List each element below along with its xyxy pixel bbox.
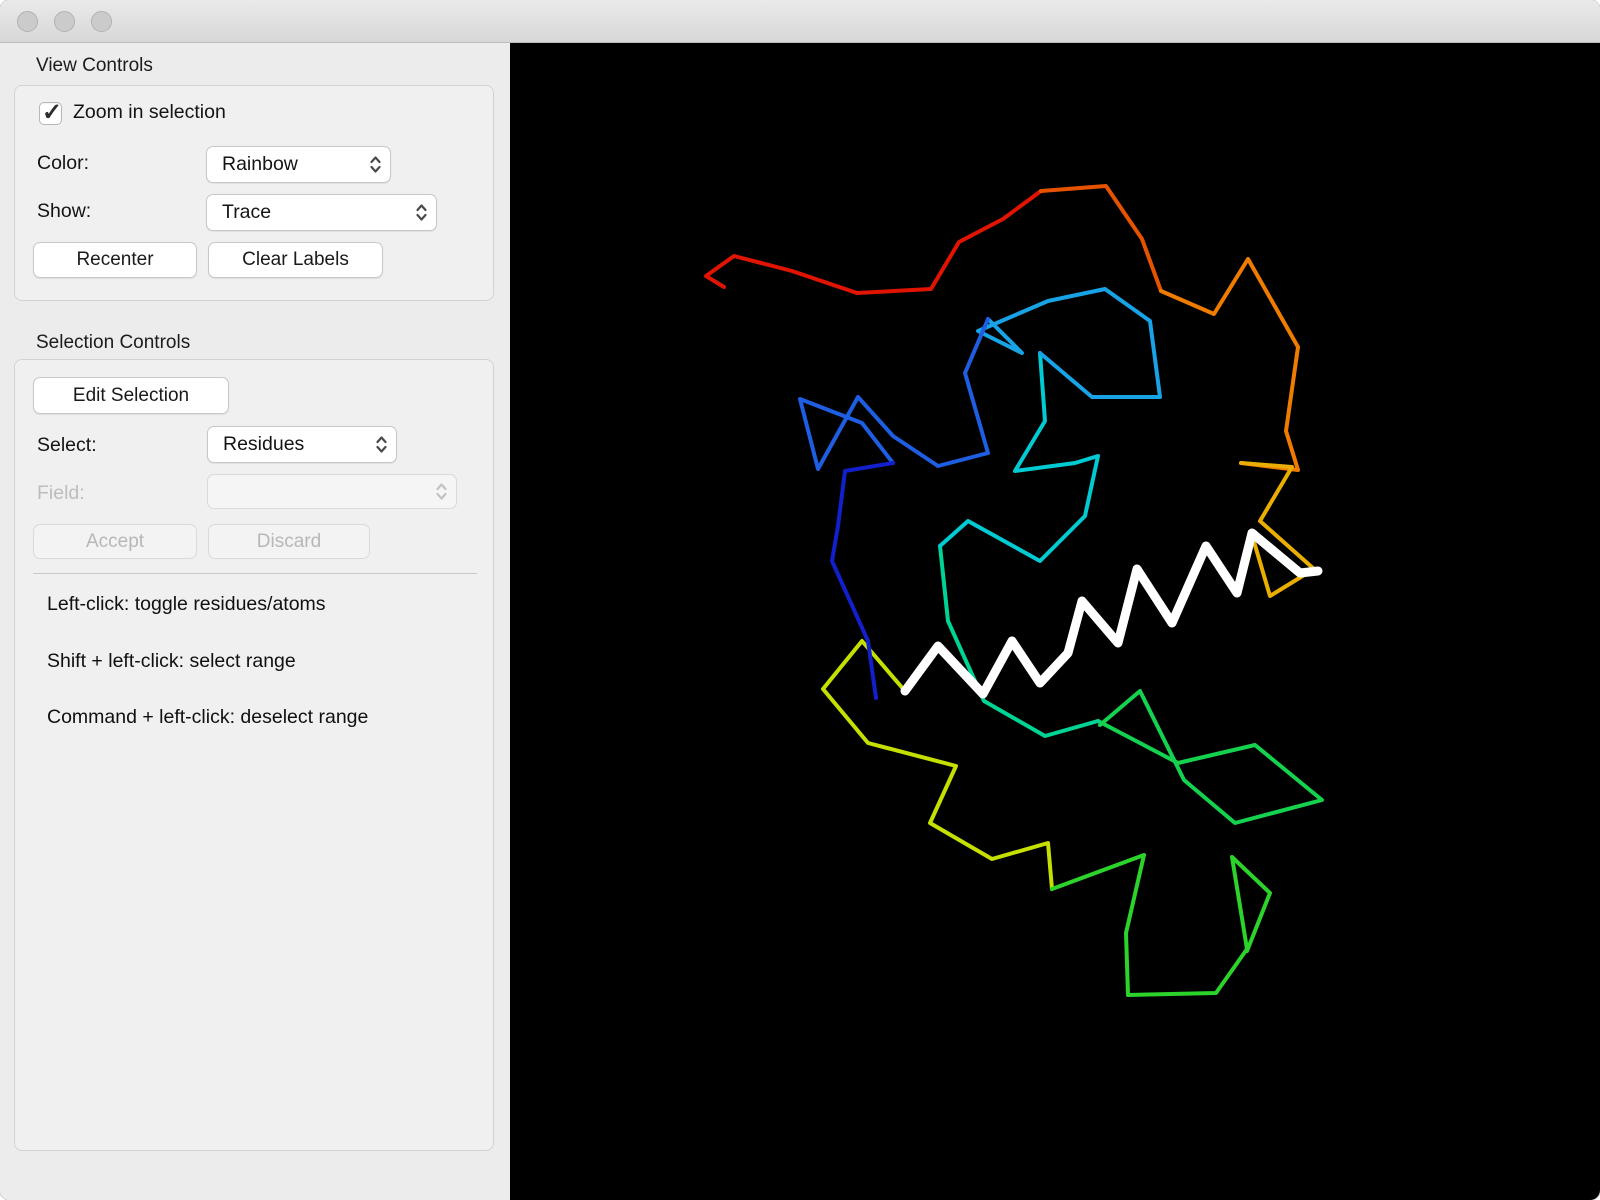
titlebar — [0, 0, 1600, 43]
recenter-button[interactable]: Recenter — [33, 242, 197, 278]
discard-button: Discard — [208, 524, 370, 559]
close-button[interactable] — [17, 10, 38, 32]
minimize-button[interactable] — [54, 10, 75, 32]
zoom-in-selection-label: Zoom in selection — [73, 101, 226, 123]
selection-controls-title: Selection Controls — [36, 332, 191, 353]
help-left-click: Left-click: toggle residues/atoms — [47, 593, 326, 615]
select-dropdown-value: Residues — [223, 433, 305, 455]
view-controls-group: Zoom in selection Color: Rainbow Show: T… — [14, 85, 494, 301]
color-label: Color: — [37, 152, 90, 174]
show-dropdown-value: Trace — [222, 201, 272, 223]
help-command-click: Command + left-click: deselect range — [47, 706, 369, 728]
sidebar: View Controls Zoom in selection Color: R… — [0, 43, 510, 1200]
chevron-up-down-icon — [436, 483, 447, 500]
edit-selection-button[interactable]: Edit Selection — [33, 377, 229, 414]
accept-button: Accept — [33, 524, 197, 559]
divider — [33, 573, 477, 574]
chevron-up-down-icon — [416, 204, 427, 221]
field-label: Field: — [37, 482, 85, 504]
color-dropdown-value: Rainbow — [222, 153, 298, 175]
select-label: Select: — [37, 434, 97, 456]
show-dropdown[interactable]: Trace — [206, 194, 437, 231]
app-window: View Controls Zoom in selection Color: R… — [0, 0, 1600, 1200]
view-controls-title: View Controls — [36, 55, 153, 76]
color-dropdown[interactable]: Rainbow — [206, 146, 391, 183]
protein-trace — [704, 184, 1324, 997]
select-dropdown[interactable]: Residues — [207, 426, 397, 463]
show-label: Show: — [37, 200, 92, 222]
selection-controls-group: Edit Selection Select: Residues Field: A… — [14, 359, 494, 1151]
zoom-button[interactable] — [91, 10, 112, 32]
help-shift-click: Shift + left-click: select range — [47, 650, 296, 672]
zoom-in-selection-checkbox[interactable] — [39, 98, 62, 127]
viewport[interactable] — [510, 43, 1600, 1200]
chevron-up-down-icon — [370, 156, 381, 173]
clear-labels-button[interactable]: Clear Labels — [208, 242, 383, 278]
chevron-up-down-icon — [376, 436, 387, 453]
field-dropdown — [207, 474, 457, 509]
